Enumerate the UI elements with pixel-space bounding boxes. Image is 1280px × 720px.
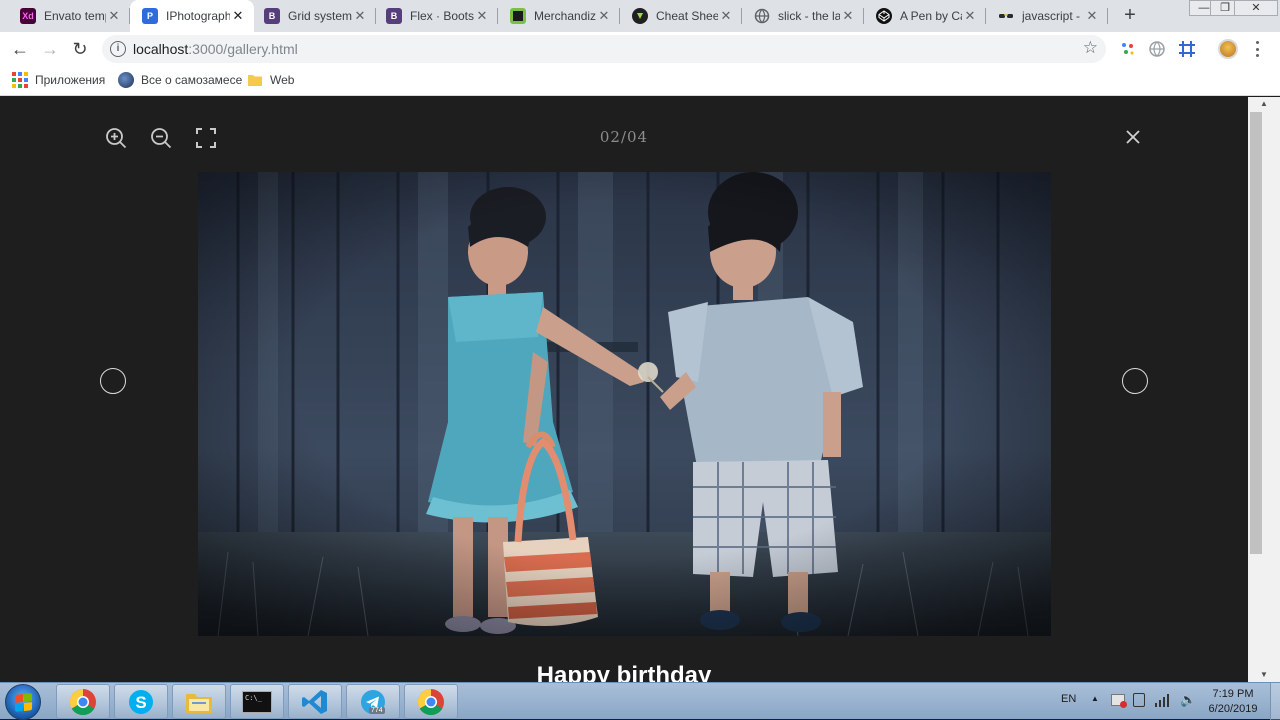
forward-button[interactable]: → (38, 37, 62, 61)
bookmark-apps[interactable]: Приложения (12, 72, 105, 88)
extension-sparkle-icon[interactable] (1119, 40, 1137, 58)
tab-close-icon[interactable]: ✕ (106, 8, 122, 24)
sunglasses-icon (998, 8, 1014, 24)
tab-title: Merchandiz (534, 9, 596, 23)
slide-counter: 02/04 (599, 128, 649, 146)
windows-taskbar: S C:\_ 774 EN ▲ 🔈 7:19 PM 6/20/2019 (0, 682, 1280, 720)
taskbar-cmd[interactable]: C:\_ (230, 684, 284, 719)
tab-title: javascript - I (1022, 9, 1084, 23)
tab-iphotograph[interactable]: P IPhotograph ✕ (130, 0, 254, 32)
tab-flex-bootstrap[interactable]: B Flex · Bootst ✕ (376, 0, 498, 32)
profile-avatar[interactable] (1218, 39, 1238, 59)
taskbar-vscode[interactable] (288, 684, 342, 719)
url-text[interactable]: localhost:3000/gallery.html (133, 41, 298, 57)
start-button[interactable] (5, 684, 41, 720)
signal-icon[interactable] (1155, 693, 1169, 707)
tab-close-icon[interactable]: ✕ (962, 8, 978, 24)
tab-codepen[interactable]: A Pen by Ca ✕ (864, 0, 986, 32)
info-icon[interactable]: i (110, 41, 126, 57)
language-indicator[interactable]: EN (1061, 693, 1076, 705)
window-close-button[interactable]: ✕ (1234, 0, 1278, 16)
photograph-icon: P (142, 8, 158, 24)
tab-title: IPhotograph (166, 9, 230, 23)
apps-grid-icon (12, 72, 28, 88)
show-desktop-button[interactable] (1270, 683, 1280, 720)
explorer-icon (186, 693, 212, 713)
address-bar[interactable]: i localhost:3000/gallery.html ☆ (102, 35, 1106, 63)
volume-icon[interactable]: 🔈 (1180, 692, 1196, 708)
tab-close-icon[interactable]: ✕ (718, 8, 734, 24)
merchandise-icon (510, 8, 526, 24)
system-clock[interactable]: 7:19 PM 6/20/2019 (1200, 687, 1266, 717)
tab-cheat-sheet[interactable]: Cheat Sheet ✕ (620, 0, 742, 32)
tab-title: Cheat Sheet (656, 9, 718, 23)
tab-slick[interactable]: slick - the la ✕ (742, 0, 864, 32)
back-button[interactable]: ← (8, 37, 32, 61)
cmd-icon: C:\_ (242, 690, 272, 713)
tab-strip: Xd Envato temp ✕ P IPhotograph ✕ B Grid … (0, 0, 1280, 32)
network-warning-icon[interactable] (1111, 694, 1127, 708)
tab-close-icon[interactable]: ✕ (840, 8, 856, 24)
tab-javascript[interactable]: javascript - I ✕ (986, 0, 1108, 32)
tab-grid-system[interactable]: B Grid system ✕ (254, 0, 376, 32)
taskbar-chrome-2[interactable] (404, 684, 458, 719)
extension-grid-icon[interactable] (1178, 40, 1196, 58)
bootstrap-icon: B (386, 8, 402, 24)
codepen-icon (876, 8, 892, 24)
tab-title: Flex · Bootst (410, 9, 474, 23)
bookmark-samozames[interactable]: Все о самозамесе (118, 72, 242, 88)
slide-caption: Happy birthday (536, 662, 712, 682)
scroll-thumb[interactable] (1250, 112, 1262, 554)
vscode-icon (302, 689, 327, 714)
tab-title: Envato temp (44, 9, 106, 23)
scroll-up-arrow[interactable]: ▲ (1248, 97, 1280, 111)
taskbar-explorer[interactable] (172, 684, 226, 719)
tab-close-icon[interactable]: ✕ (230, 8, 246, 24)
prev-arrow-circle[interactable] (100, 368, 126, 394)
taskbar-chrome[interactable] (56, 684, 110, 719)
tab-close-icon[interactable]: ✕ (352, 8, 368, 24)
tab-title: A Pen by Ca (900, 9, 962, 23)
tab-title: slick - the la (778, 9, 840, 23)
chrome-icon (417, 688, 444, 715)
xd-icon: Xd (20, 8, 36, 24)
close-icon[interactable] (1125, 129, 1141, 145)
tab-close-icon[interactable]: ✕ (474, 8, 490, 24)
windows-logo-icon (15, 693, 32, 712)
svg-text:S: S (135, 693, 146, 712)
page-scrollbar[interactable]: ▲ ▼ (1248, 97, 1280, 682)
taskbar-telegram[interactable]: 774 (346, 684, 400, 719)
gallery-photo (198, 172, 1051, 636)
globe-icon (754, 8, 770, 24)
cheatsheet-icon (632, 8, 648, 24)
taskbar-skype[interactable]: S (114, 684, 168, 719)
bookmarks-bar: Приложения Все о самозамесе Web (0, 66, 1280, 96)
site-icon (118, 72, 134, 88)
tab-envato[interactable]: Xd Envato temp ✕ (0, 0, 130, 32)
tab-close-icon[interactable]: ✕ (596, 8, 612, 24)
chrome-icon (69, 688, 96, 715)
skype-icon: S (129, 689, 153, 714)
extension-globe-icon[interactable] (1148, 40, 1166, 58)
menu-kebab-icon[interactable] (1254, 41, 1260, 57)
tab-title: Grid system (288, 9, 352, 23)
device-icon[interactable] (1133, 693, 1145, 707)
browser-toolbar: ← → ↻ i localhost:3000/gallery.html ☆ (0, 32, 1280, 66)
bootstrap-icon: B (264, 8, 280, 24)
telegram-unread-badge: 774 (369, 707, 385, 714)
gallery-lightbox: 02/04 Happy birthday (0, 97, 1248, 682)
new-tab-button[interactable]: + (1118, 4, 1142, 28)
folder-icon (247, 72, 263, 88)
bookmark-web-folder[interactable]: Web (247, 72, 294, 88)
reload-button[interactable]: ↻ (68, 37, 92, 61)
tab-merchandize[interactable]: Merchandiz ✕ (498, 0, 620, 32)
scroll-down-arrow[interactable]: ▼ (1248, 668, 1280, 682)
tab-close-icon[interactable]: ✕ (1084, 8, 1100, 24)
tray-expand-icon[interactable]: ▲ (1091, 694, 1099, 703)
next-arrow-circle[interactable] (1122, 368, 1148, 394)
bookmark-star-icon[interactable]: ☆ (1083, 38, 1098, 58)
